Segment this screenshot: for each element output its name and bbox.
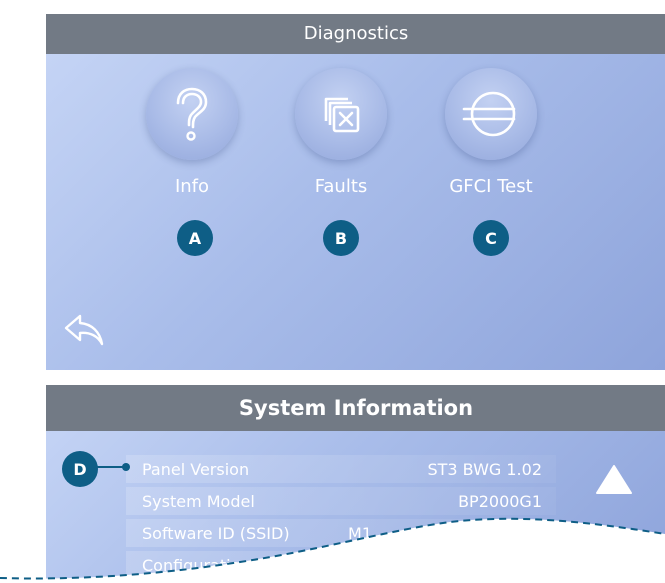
callout-badge-a: A — [177, 220, 213, 256]
badge-d-label: D — [73, 459, 87, 479]
badge-b-label: B — [334, 228, 348, 248]
gfci-icon — [462, 91, 516, 137]
badge-a-label: A — [188, 228, 202, 248]
info-circle[interactable] — [146, 68, 238, 160]
system-information-title: System Information — [46, 385, 665, 431]
info-row-panel-version: Panel Version ST3 BWG 1.02 — [126, 455, 556, 483]
info-button[interactable]: Info — [143, 68, 241, 197]
callout-connector-dot — [122, 463, 130, 471]
question-icon — [176, 87, 208, 141]
gfci-test-button[interactable]: GFCI Test — [442, 68, 540, 197]
gfci-test-label: GFCI Test — [449, 176, 533, 197]
back-arrow-icon — [64, 314, 104, 346]
callout-badge-b: B — [323, 220, 359, 256]
row-label: Panel Version — [142, 459, 250, 479]
faults-circle[interactable] — [295, 68, 387, 160]
row-value: ST3 BWG 1.02 — [427, 459, 542, 479]
callout-badge-c: C — [473, 220, 509, 256]
back-button[interactable] — [62, 312, 106, 348]
gfci-circle[interactable] — [445, 68, 537, 160]
diagnostics-panel: Diagnostics Info Faults GFCI Test A B C — [46, 14, 665, 370]
faults-button[interactable]: Faults — [292, 68, 390, 197]
badge-c-label: C — [485, 228, 497, 248]
faults-label: Faults — [314, 176, 368, 197]
triangle-up-icon — [596, 465, 632, 494]
scroll-up-button[interactable] — [594, 463, 634, 497]
info-label: Info — [174, 176, 210, 197]
callout-badge-d: D — [62, 451, 98, 487]
torn-edge-overlay — [0, 517, 665, 583]
diagnostics-title: Diagnostics — [46, 14, 665, 54]
faults-icon — [324, 97, 360, 133]
